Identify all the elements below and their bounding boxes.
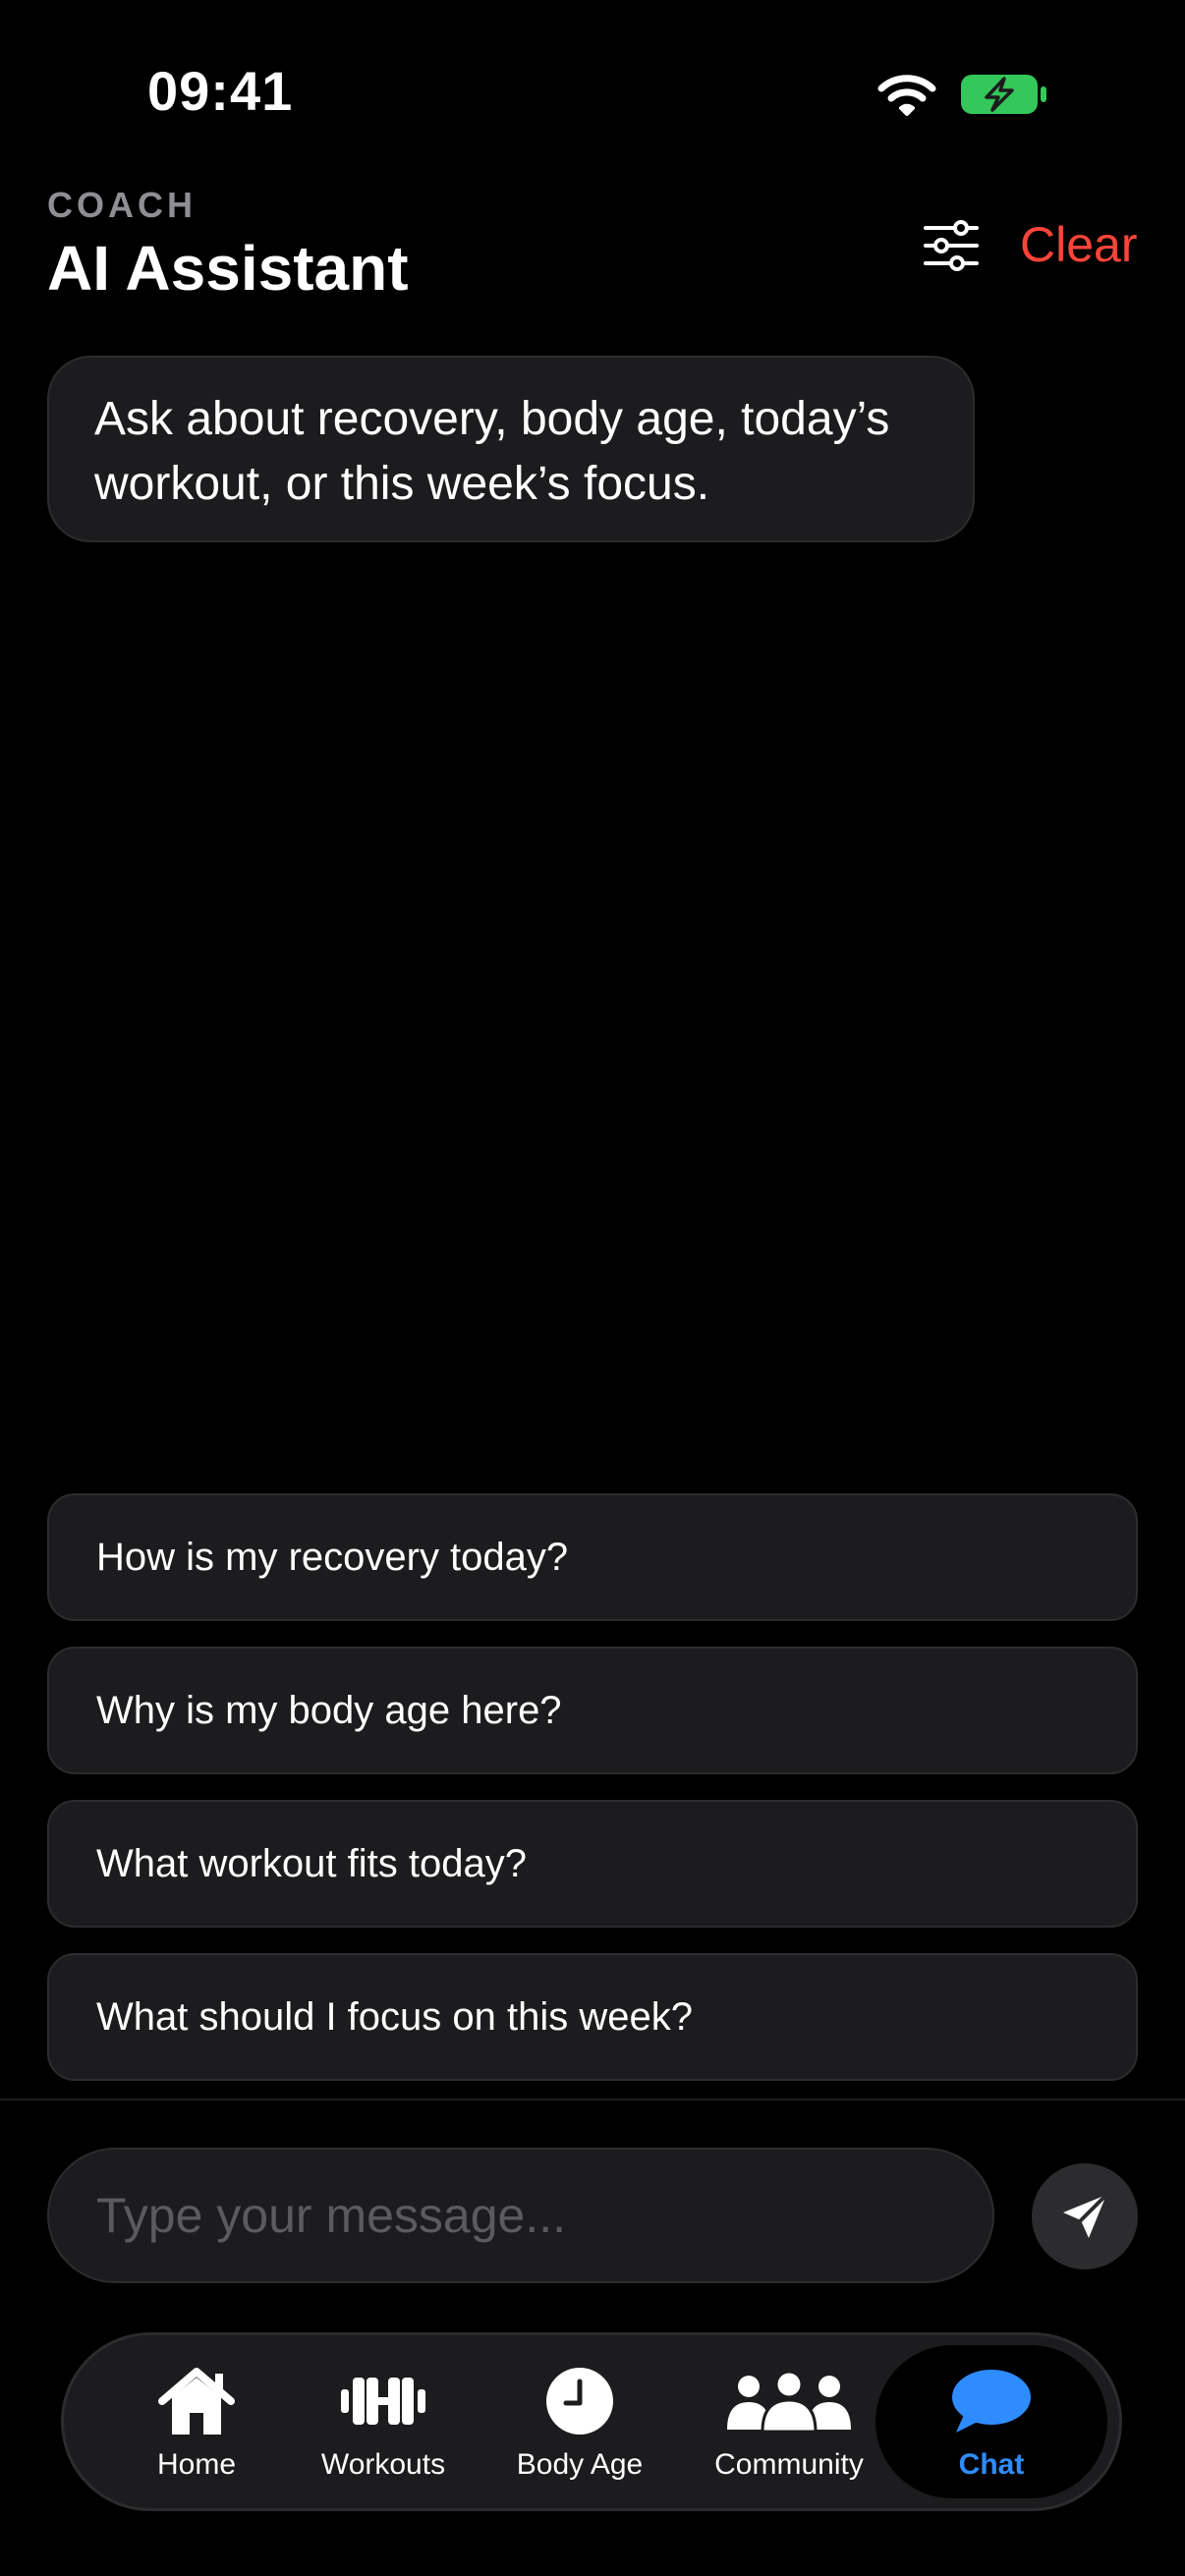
status-time: 09:41 bbox=[147, 60, 294, 122]
suggestion-chip[interactable]: Why is my body age here? bbox=[47, 1647, 1138, 1774]
clock-icon bbox=[546, 2368, 613, 2435]
wifi-icon bbox=[877, 75, 936, 116]
assistant-message-bubble: Ask about recovery, body age, today’s wo… bbox=[47, 356, 975, 542]
battery-charging-icon bbox=[961, 75, 1046, 114]
suggestion-chip[interactable]: What should I focus on this week? bbox=[47, 1953, 1138, 2081]
clear-button[interactable]: Clear bbox=[1020, 216, 1137, 273]
message-input[interactable] bbox=[47, 2148, 994, 2283]
send-button[interactable] bbox=[1032, 2163, 1138, 2269]
status-bar: 09:41 bbox=[0, 0, 1185, 187]
tab-community[interactable]: Community bbox=[699, 2335, 879, 2508]
chat-bubble-icon bbox=[952, 2370, 1031, 2433]
tab-workouts[interactable]: Workouts bbox=[300, 2335, 467, 2508]
tab-home[interactable]: Home bbox=[123, 2335, 270, 2508]
page-title: AI Assistant bbox=[47, 233, 409, 304]
dumbbell-icon bbox=[341, 2378, 425, 2425]
tab-label: Workouts bbox=[320, 2448, 446, 2481]
section-eyebrow: COACH bbox=[47, 185, 197, 225]
suggestion-chip[interactable]: How is my recovery today? bbox=[47, 1493, 1138, 1621]
tab-bar: Home Workouts Body Age Community Chat bbox=[61, 2332, 1122, 2511]
tab-label: Chat bbox=[958, 2448, 1025, 2481]
composer-divider bbox=[0, 2099, 1185, 2100]
people-icon bbox=[727, 2371, 851, 2432]
tab-label: Body Age bbox=[516, 2448, 644, 2481]
tab-body-age[interactable]: Body Age bbox=[496, 2335, 663, 2508]
tab-label: Community bbox=[714, 2448, 864, 2481]
house-icon bbox=[158, 2368, 235, 2435]
suggestion-chip[interactable]: What workout fits today? bbox=[47, 1800, 1138, 1928]
filter-settings-icon[interactable] bbox=[922, 218, 981, 273]
tab-chat[interactable]: Chat bbox=[875, 2345, 1107, 2498]
tab-label: Home bbox=[156, 2448, 237, 2481]
send-icon bbox=[1063, 2193, 1108, 2238]
